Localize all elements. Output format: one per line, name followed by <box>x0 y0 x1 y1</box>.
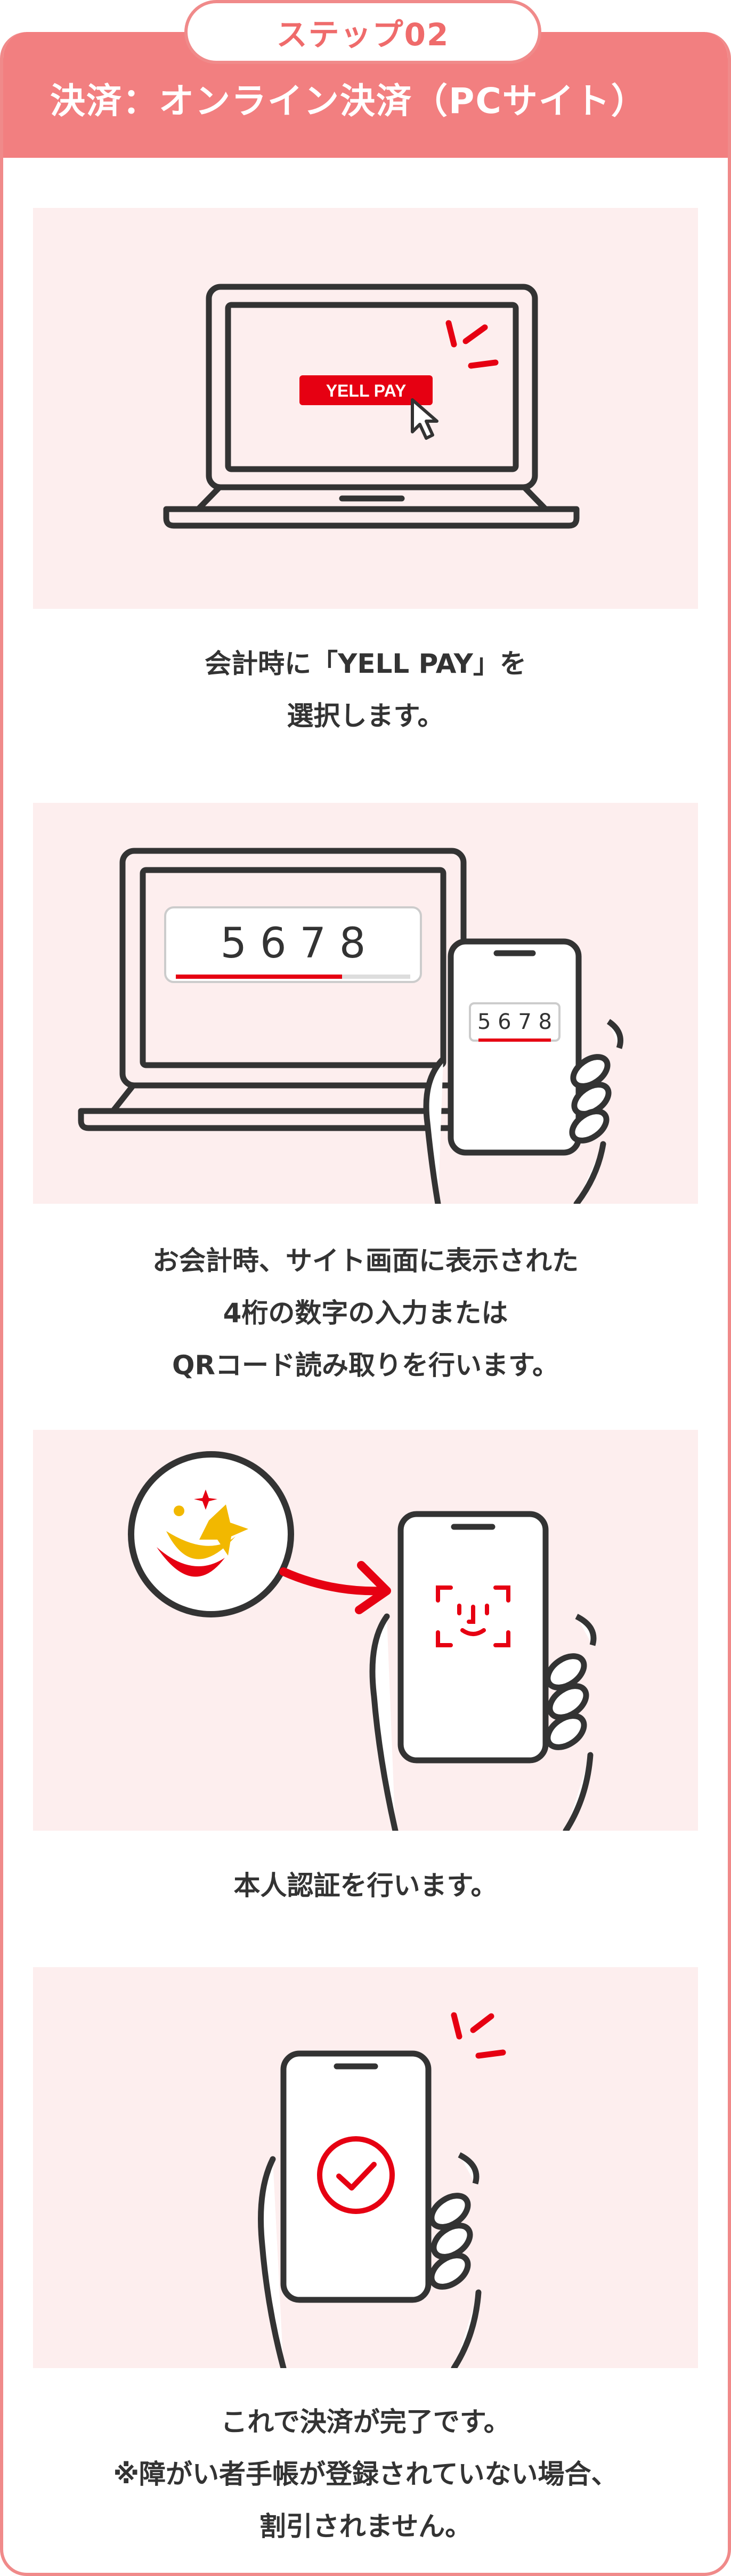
authentication-icon <box>128 1451 597 1831</box>
laptop-icon: YELL PAY <box>163 284 580 529</box>
step-label: ステップ02 <box>276 17 450 53</box>
payment-complete-icon <box>258 2012 506 2368</box>
illustration-select-yellpay: YELL PAY <box>33 208 698 609</box>
sparkle-icon <box>451 2012 506 2059</box>
step4-caption: これで決済が完了です。 ※障がい者手帳が登録されていない場合、 割引されません。 <box>113 2406 618 2542</box>
step2-caption: お会計時、サイト画面に表示された 4桁の数字の入力または QRコード読み取りを行… <box>152 1245 579 1381</box>
sparkle-icon <box>445 320 499 369</box>
step1-caption: 会計時に「YELL PAY」を 選択します。 <box>205 648 526 731</box>
illustration-complete <box>33 1967 698 2368</box>
page-title: 決済：オンライン決済（PCサイト） <box>50 80 647 122</box>
cursor-icon <box>411 398 438 440</box>
yellpay-button-text: YELL PAY <box>326 381 407 400</box>
arrow-right-icon <box>279 1561 391 1614</box>
illustration-enter-code: 5 6 7 8 5 6 7 8 <box>33 803 698 1204</box>
step3-caption: 本人認証を行います。 <box>233 1870 498 1901</box>
phone-code: 5 6 7 8 <box>477 1010 552 1034</box>
step-badge: ステップ02 <box>184 0 541 64</box>
fingers-icon <box>428 2152 480 2290</box>
fingers-icon <box>545 1614 597 1750</box>
laptop-phone-icon: 5 6 7 8 5 6 7 8 <box>78 848 623 1204</box>
laptop-code: 5 6 7 8 <box>221 920 366 968</box>
illustration-authentication <box>33 1430 698 1831</box>
